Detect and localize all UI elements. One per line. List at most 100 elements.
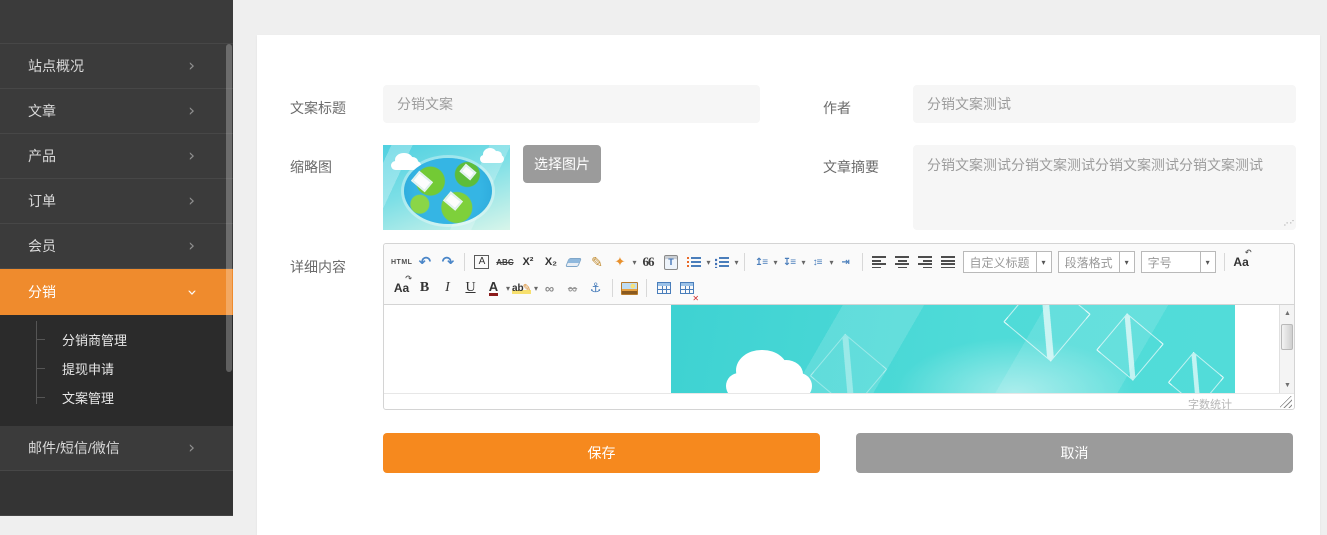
- sidebar-item-site-overview[interactable]: 站点概况 ›: [0, 44, 233, 89]
- strikethrough-icon[interactable]: ABC: [494, 251, 515, 273]
- undo-icon[interactable]: ↶: [414, 251, 435, 273]
- submenu-item-label: 文案管理: [62, 388, 114, 407]
- sidebar-item-articles[interactable]: 文章 ›: [0, 89, 233, 134]
- ordered-list-icon[interactable]: [683, 251, 704, 273]
- format-brush-icon[interactable]: ✎: [586, 251, 607, 273]
- paragraph-spacing-bottom-icon[interactable]: ↧≡: [779, 251, 800, 273]
- html-source-icon[interactable]: HTML: [391, 251, 412, 273]
- submenu-item-label: 分销商管理: [62, 330, 127, 349]
- underline-icon[interactable]: U: [460, 277, 481, 299]
- dropdown-caret-icon[interactable]: ▾: [830, 258, 834, 267]
- editor-scrollbar-thumb[interactable]: [1281, 324, 1293, 350]
- save-button[interactable]: 保存: [383, 433, 820, 473]
- title-label: 文案标题: [290, 98, 346, 118]
- sidebar-item-email-sms-wechat[interactable]: 邮件/短信/微信 ›: [0, 426, 233, 471]
- align-center-icon[interactable]: [892, 251, 913, 273]
- editor-resize-grip[interactable]: [1280, 396, 1292, 408]
- cancel-button[interactable]: 取消: [856, 433, 1293, 473]
- submenu-item-withdrawal-application[interactable]: 提现申请: [0, 354, 233, 383]
- font-color-icon[interactable]: A: [483, 277, 504, 299]
- paste-as-text-icon[interactable]: T: [660, 251, 681, 273]
- editor-status-bar: 字数统计: [384, 393, 1294, 409]
- toolbar-row-2: Aa B I U A ▾ ab ▾ ∞ ∞ ⚓: [390, 275, 1290, 301]
- font-size-dropdown[interactable]: 字号 ▾: [1141, 251, 1216, 273]
- paragraph-spacing-top-icon[interactable]: ↥≡: [751, 251, 772, 273]
- unordered-list-icon[interactable]: [711, 251, 732, 273]
- eraser-icon[interactable]: [563, 251, 584, 273]
- chevron-right-icon: ›: [188, 58, 195, 75]
- indent-icon[interactable]: ⇥: [835, 251, 856, 273]
- unlink-icon[interactable]: ∞: [562, 277, 583, 299]
- align-left-icon[interactable]: [869, 251, 890, 273]
- toolbar-separator: [744, 253, 745, 271]
- scroll-down-icon[interactable]: ▼: [1280, 378, 1294, 392]
- word-count-label: 字数统计: [1188, 396, 1232, 412]
- dropdown-caret-icon[interactable]: ▾: [706, 258, 710, 267]
- rich-text-editor: HTML ↶ ↷ A ABC X² X₂ ✎ ✦ ▾ 66 T ▾ ▾ ↥≡: [383, 243, 1295, 410]
- sidebar-item-orders[interactable]: 订单 ›: [0, 179, 233, 224]
- chevron-down-icon[interactable]: ▾: [1119, 252, 1134, 272]
- chevron-right-icon: ›: [188, 440, 195, 457]
- editor-toolbar: HTML ↶ ↷ A ABC X² X₂ ✎ ✦ ▾ 66 T ▾ ▾ ↥≡: [384, 244, 1294, 305]
- toolbar-separator: [612, 279, 613, 297]
- submenu-item-distributor-management[interactable]: 分销商管理: [0, 325, 233, 354]
- textarea-resize-grip[interactable]: ⡠⠔: [1283, 217, 1293, 227]
- heading-dropdown-label: 自定义标题: [964, 254, 1036, 271]
- heading-dropdown[interactable]: 自定义标题 ▾: [963, 251, 1052, 273]
- anchor-icon[interactable]: ⚓: [585, 277, 606, 299]
- cloud-shape: [480, 155, 504, 163]
- chevron-right-icon: ›: [188, 103, 195, 120]
- line-height-icon[interactable]: ↕≡: [807, 251, 828, 273]
- subscript-icon[interactable]: X₂: [540, 251, 561, 273]
- chevron-down-icon[interactable]: ▾: [1200, 252, 1215, 272]
- style-box-icon[interactable]: A: [471, 251, 492, 273]
- dropdown-caret-icon[interactable]: ▾: [774, 258, 778, 267]
- thumbnail-label: 缩略图: [290, 157, 332, 177]
- toolbar-separator: [862, 253, 863, 271]
- insert-image-icon[interactable]: [619, 277, 640, 299]
- lowercase-icon[interactable]: Aa: [391, 277, 412, 299]
- dropdown-caret-icon[interactable]: ▾: [734, 258, 738, 267]
- sidebar-scrollbar-thumb[interactable]: [226, 44, 232, 372]
- paragraph-dropdown-label: 段落格式: [1059, 254, 1119, 271]
- align-justify-icon[interactable]: [938, 251, 959, 273]
- italic-icon[interactable]: I: [437, 277, 458, 299]
- paragraph-format-dropdown[interactable]: 段落格式 ▾: [1058, 251, 1135, 273]
- sidebar-item-products[interactable]: 产品 ›: [0, 134, 233, 179]
- summary-textarea[interactable]: 分销文案测试分销文案测试分销文案测试分销文案测试: [913, 145, 1296, 230]
- title-input[interactable]: [383, 85, 760, 123]
- content-label: 详细内容: [290, 257, 346, 277]
- insert-table-icon[interactable]: [653, 277, 674, 299]
- scroll-up-icon[interactable]: ▲: [1280, 306, 1294, 320]
- blockquote-icon[interactable]: 66: [637, 251, 658, 273]
- submenu-item-copywriting-management[interactable]: 文案管理: [0, 383, 233, 412]
- superscript-icon[interactable]: X²: [517, 251, 538, 273]
- sidebar-item-distribution[interactable]: 分销 ›: [0, 269, 233, 315]
- align-right-icon[interactable]: [915, 251, 936, 273]
- author-input[interactable]: [913, 85, 1296, 123]
- highlight-color-icon[interactable]: ab: [511, 277, 532, 299]
- dropdown-caret-icon[interactable]: ▾: [802, 258, 806, 267]
- toolbar-separator: [1224, 253, 1225, 271]
- bold-icon[interactable]: B: [414, 277, 435, 299]
- uppercase-icon[interactable]: Aa: [1231, 251, 1252, 273]
- thumbnail-image[interactable]: [383, 145, 510, 230]
- cloud-shape: [726, 373, 812, 393]
- editor-scrollbar[interactable]: ▲ ▼: [1279, 305, 1294, 393]
- chevron-down-icon[interactable]: ▾: [1036, 252, 1051, 272]
- content-banner-image: [671, 305, 1235, 393]
- dropdown-caret-icon[interactable]: ▾: [632, 258, 636, 267]
- auto-typeset-icon[interactable]: ✦: [609, 251, 630, 273]
- delete-table-icon[interactable]: [676, 277, 697, 299]
- link-icon[interactable]: ∞: [539, 277, 560, 299]
- sidebar-item-members[interactable]: 会员 ›: [0, 224, 233, 269]
- sidebar-submenu-distribution: 分销商管理 提现申请 文案管理: [0, 315, 233, 426]
- dropdown-caret-icon[interactable]: ▾: [506, 284, 510, 293]
- dropdown-caret-icon[interactable]: ▾: [534, 284, 538, 293]
- editor-content-area[interactable]: ▲ ▼: [384, 305, 1294, 393]
- sidebar-item-label: 文章: [28, 101, 56, 121]
- pick-image-button[interactable]: 选择图片: [523, 145, 601, 183]
- sidebar-item-label: 订单: [28, 191, 56, 211]
- redo-icon[interactable]: ↷: [437, 251, 458, 273]
- sidebar-item-label: 产品: [28, 146, 56, 166]
